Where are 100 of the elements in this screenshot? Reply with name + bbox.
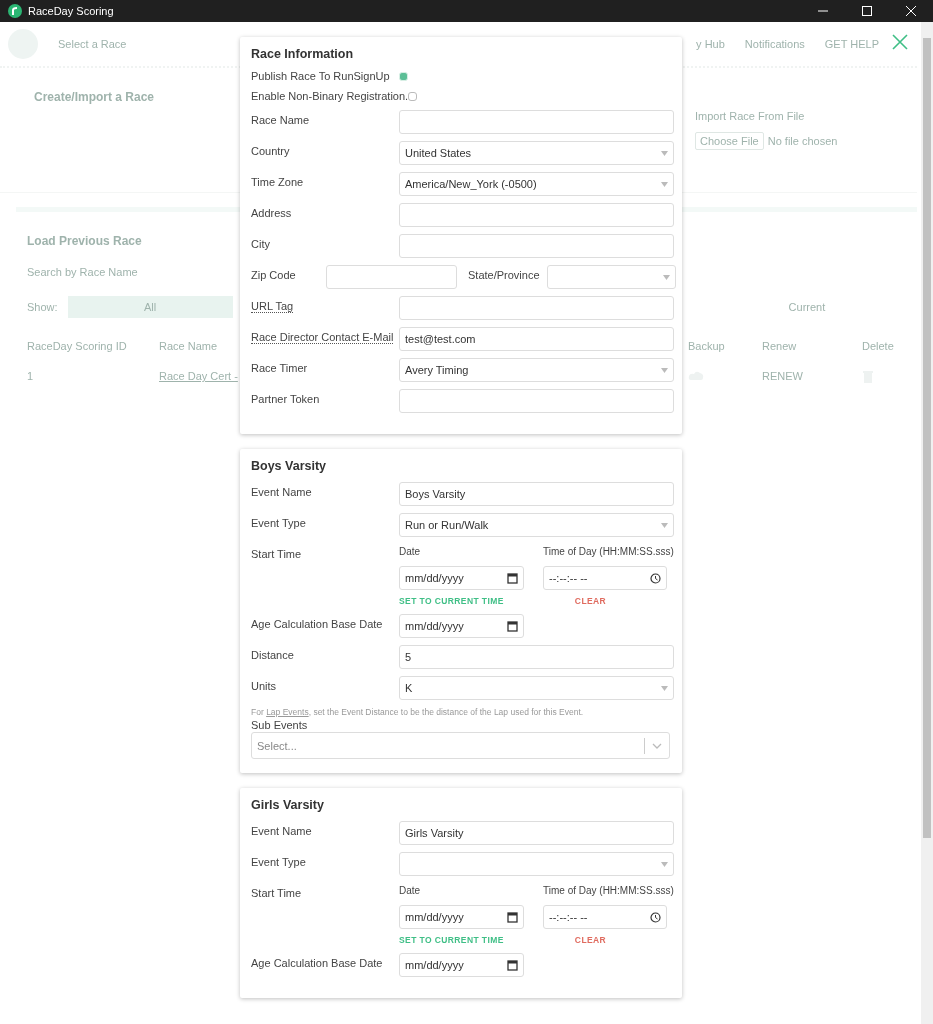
choose-file-button[interactable]: Choose File <box>695 132 764 150</box>
text-field[interactable]: Boys Varsity <box>399 482 674 506</box>
caret-icon <box>661 181 668 187</box>
dropdown[interactable]: K <box>399 676 674 700</box>
app-logo-icon <box>8 4 22 18</box>
time-field[interactable]: --:--:-- -- <box>543 566 667 590</box>
card-title: Girls Varsity <box>251 798 325 812</box>
field-label: Age Calculation Base Date <box>251 956 383 969</box>
import-label: Import Race From File <box>695 110 806 122</box>
clear-button[interactable]: CLEAR <box>574 596 607 606</box>
column-header: RaceDay Scoring ID <box>27 340 127 352</box>
field-label: Start Time <box>251 886 302 899</box>
text-field[interactable]: Girls Varsity <box>399 821 674 845</box>
caret-icon <box>661 522 668 528</box>
dropdown[interactable] <box>399 852 674 876</box>
hint-text: For Lap Events, set the Event Distance to be the distance of the Lap used for this Event. <box>251 707 585 717</box>
dropdown[interactable] <box>546 265 676 289</box>
field-label: Event Type <box>251 855 306 868</box>
caret-icon <box>661 150 668 156</box>
show-label: Show: <box>27 301 58 313</box>
renew-button[interactable]: RENEW <box>762 370 803 384</box>
card-title: Race Information <box>251 47 355 61</box>
filter-tab[interactable]: Current <box>788 301 826 313</box>
field-label: Race Timer <box>251 361 308 374</box>
set-current-time-button[interactable]: SET TO CURRENT TIME <box>399 596 504 606</box>
field-label: Sub Events <box>251 719 309 731</box>
checkbox-label: Enable Non-Binary Registration. <box>251 90 409 102</box>
date-field[interactable]: mm/dd/yyyy <box>399 905 524 929</box>
calendar-icon[interactable] <box>507 959 518 971</box>
text-field[interactable]: test@test.com <box>399 327 674 351</box>
window-title: RaceDay Scoring <box>28 5 115 17</box>
dropdown[interactable]: America/New_York (-0500) <box>399 172 674 196</box>
field-label: Event Name <box>251 485 312 498</box>
race-select[interactable]: Select a Race <box>58 38 127 50</box>
clock-icon[interactable] <box>650 572 661 584</box>
dropdown[interactable]: Run or Run/Walk <box>399 513 674 537</box>
text-field[interactable] <box>326 265 457 289</box>
card-title: Boys Varsity <box>251 459 328 473</box>
chevron-down-icon[interactable] <box>644 737 664 754</box>
section-title: Load Previous Race <box>27 234 142 248</box>
date-field[interactable]: mm/dd/yyyy <box>399 614 524 638</box>
field-label: Time Zone <box>251 175 304 188</box>
text-field[interactable] <box>399 389 674 413</box>
field-label: Country <box>251 144 290 157</box>
field-label: Race Name <box>251 113 310 126</box>
field-label: Units <box>251 679 277 692</box>
field-label: Time of Day (HH:MM:SS.sss) <box>543 545 674 559</box>
field-label: Event Type <box>251 516 306 529</box>
field-label: Date <box>399 545 422 559</box>
filter-tab[interactable]: All <box>67 296 233 318</box>
section-title: Create/Import a Race <box>34 90 155 104</box>
calendar-icon[interactable] <box>507 911 518 923</box>
field-label: State/Province <box>468 268 540 281</box>
field-label: Event Name <box>251 824 312 837</box>
multi-select-field[interactable]: Select... <box>251 732 670 759</box>
caret-icon <box>661 685 668 691</box>
dropdown[interactable]: Avery Timing <box>399 358 674 382</box>
field-label: Race Director Contact E-Mail <box>251 330 394 343</box>
time-field[interactable]: --:--:-- -- <box>543 905 667 929</box>
caret-icon <box>661 861 668 867</box>
field-label: City <box>251 237 270 250</box>
column-header: Renew <box>762 340 797 352</box>
caret-icon <box>661 367 668 373</box>
text-field[interactable] <box>399 234 674 258</box>
search-field[interactable]: Search by Race Name <box>27 266 138 278</box>
field-label: Partner Token <box>251 392 320 405</box>
date-field[interactable]: mm/dd/yyyy <box>399 566 524 590</box>
date-field[interactable]: mm/dd/yyyy <box>399 953 524 977</box>
column-header: Delete <box>862 340 894 352</box>
calendar-icon[interactable] <box>507 620 518 632</box>
caret-icon <box>662 274 670 280</box>
column-header: Backup <box>688 340 725 352</box>
notifications-link[interactable]: Notifications <box>744 38 805 50</box>
help-link[interactable]: GET HELP <box>824 38 879 50</box>
text-field[interactable]: 5 <box>399 645 674 669</box>
checkbox[interactable] <box>408 92 418 101</box>
checkbox-label: Publish Race To RunSignUp <box>251 70 391 82</box>
column-header: Race Name <box>159 340 218 352</box>
field-label: Distance <box>251 648 294 661</box>
clear-button[interactable]: CLEAR <box>574 935 607 945</box>
field-label: Date <box>399 884 422 898</box>
maximize-icon[interactable] <box>862 6 872 16</box>
field-label: Address <box>251 206 292 219</box>
text-field[interactable] <box>399 110 674 134</box>
scrollbar[interactable] <box>921 22 933 1024</box>
field-label: Zip Code <box>251 268 296 281</box>
clock-icon[interactable] <box>650 911 661 923</box>
field-label: Time of Day (HH:MM:SS.sss) <box>543 884 674 898</box>
set-current-time-button[interactable]: SET TO CURRENT TIME <box>399 935 504 945</box>
race-link[interactable]: Race Day Cert - <box>159 370 238 384</box>
field-label: URL Tag <box>251 299 294 312</box>
field-label: Start Time <box>251 547 302 560</box>
file-status: No file chosen <box>767 135 838 147</box>
text-field[interactable] <box>399 296 674 320</box>
hub-link[interactable]: y Hub <box>696 38 725 50</box>
table-cell: 1 <box>27 370 34 384</box>
text-field[interactable] <box>399 203 674 227</box>
calendar-icon[interactable] <box>507 572 518 584</box>
dropdown[interactable]: United States <box>399 141 674 165</box>
lap-events-link[interactable]: Lap Events <box>266 707 309 717</box>
